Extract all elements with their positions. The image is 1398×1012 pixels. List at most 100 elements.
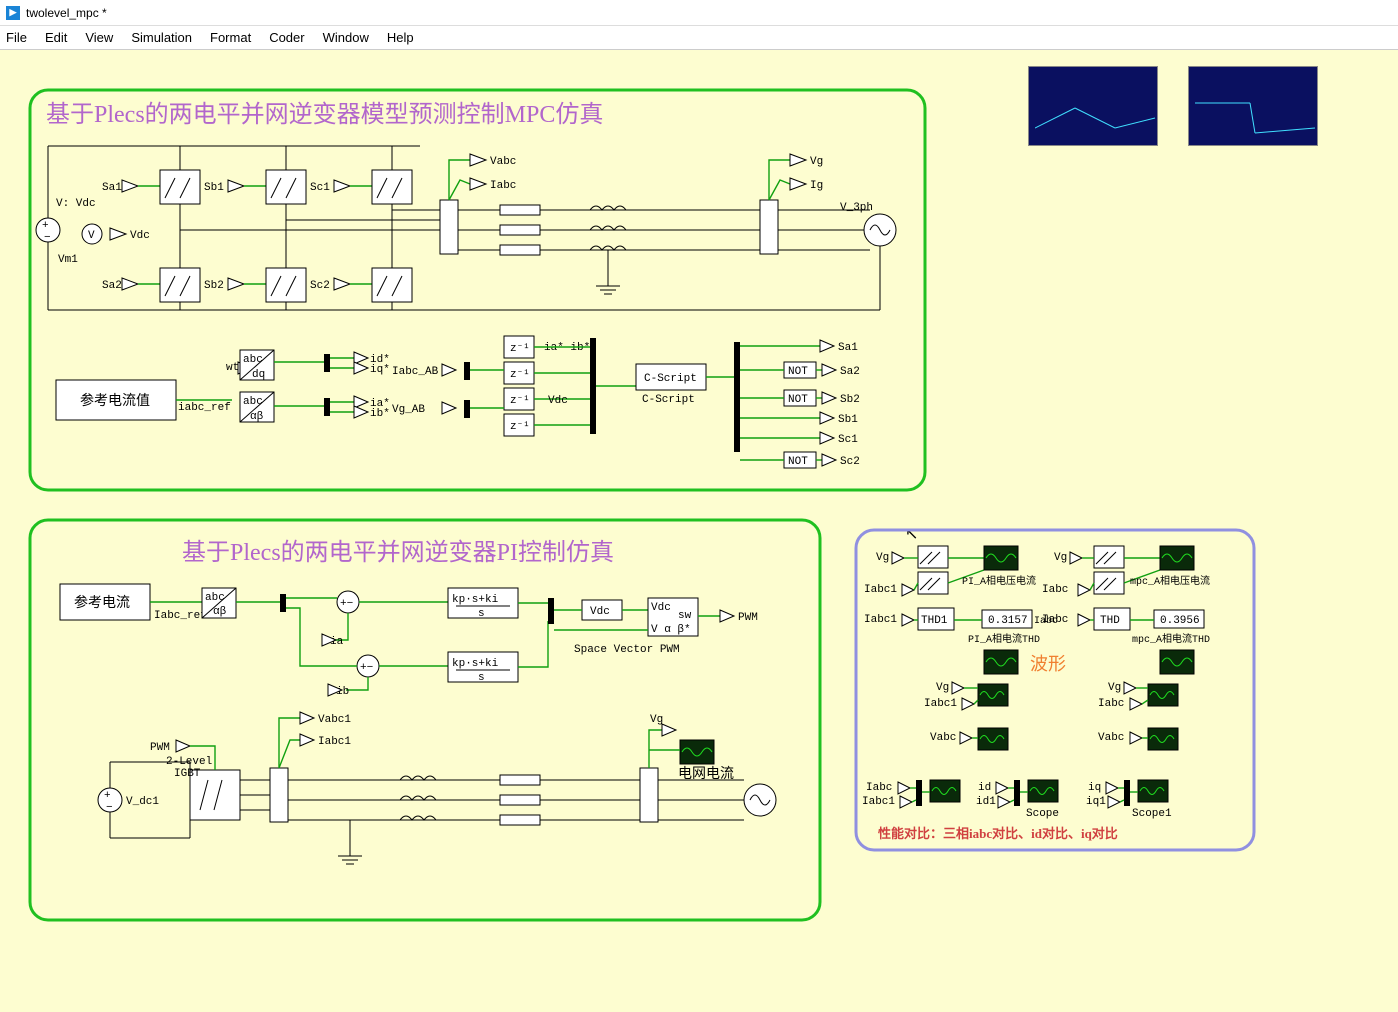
- menu-window[interactable]: Window: [323, 30, 369, 45]
- vg-label: Vg: [810, 156, 823, 168]
- svg-text:abc: abc: [243, 396, 263, 408]
- svg-text:THD: THD: [1100, 615, 1120, 627]
- svg-text:参考电流: 参考电流: [74, 594, 130, 611]
- svg-text:Sb1: Sb1: [204, 182, 224, 194]
- vabc-label: Vabc: [490, 156, 516, 168]
- igbt-a2[interactable]: [160, 268, 200, 302]
- pi-title: 基于Plecs的两电平并网逆变器PI控制仿真: [182, 539, 614, 566]
- svg-text:mpc_A相电压电流: mpc_A相电压电流: [1130, 574, 1210, 588]
- vdc-out-port[interactable]: [110, 228, 126, 240]
- svg-text:PI_A相电压电流: PI_A相电压电流: [962, 574, 1036, 588]
- svg-text:s: s: [478, 608, 485, 620]
- pi-group-frame: [30, 520, 820, 920]
- svg-text:NOT: NOT: [788, 366, 808, 378]
- igbt-b2[interactable]: [266, 268, 306, 302]
- svg-text:NOT: NOT: [788, 394, 808, 406]
- vdc-port-label: Vdc: [130, 230, 150, 242]
- pi-scope2[interactable]: [984, 650, 1018, 674]
- pwm-out-label: PWM: [738, 612, 758, 624]
- igbt-c1[interactable]: [372, 170, 412, 204]
- svg-text:sw: sw: [678, 610, 692, 622]
- v-meter-3ph[interactable]: [440, 200, 458, 254]
- menu-view[interactable]: View: [85, 30, 113, 45]
- pi-gridmeter[interactable]: [640, 768, 658, 822]
- svg-text:0.3956: 0.3956: [1160, 615, 1200, 627]
- svg-text:NOT: NOT: [788, 456, 808, 468]
- menu-simulation[interactable]: Simulation: [131, 30, 192, 45]
- wave-label: 波形: [1030, 654, 1066, 674]
- svg-text:id: id: [978, 782, 991, 794]
- svg-text:ib*: ib*: [370, 408, 390, 420]
- svg-text:kp·s+ki: kp·s+ki: [452, 594, 499, 606]
- grid-meter[interactable]: [760, 200, 778, 254]
- grid-current-scope[interactable]: [680, 740, 714, 764]
- menu-format[interactable]: Format: [210, 30, 251, 45]
- iabcAB-label: Iabc_AB: [392, 366, 439, 378]
- z-delay-stack: z⁻¹ z⁻¹ z⁻¹ z⁻¹: [504, 336, 534, 436]
- svg-text:Sc1: Sc1: [310, 182, 330, 194]
- menu-file[interactable]: File: [6, 30, 27, 45]
- svg-text:Vdc: Vdc: [590, 606, 610, 618]
- diagram-canvas[interactable]: 基于Plecs的两电平并网逆变器模型预测控制MPC仿真 +− V: Vdc V …: [0, 50, 1398, 1012]
- mpc-vi-scope[interactable]: [1160, 546, 1194, 570]
- svg-text:C-Script: C-Script: [644, 373, 697, 385]
- svg-text:iq*: iq*: [370, 364, 390, 376]
- svg-text:Sc2: Sc2: [310, 280, 330, 292]
- svg-text:Sa2: Sa2: [840, 366, 860, 378]
- igbt-a1[interactable]: [160, 170, 200, 204]
- vdc-label: V: Vdc: [56, 198, 96, 210]
- menu-coder[interactable]: Coder: [269, 30, 304, 45]
- svg-text:C-Script: C-Script: [642, 394, 695, 406]
- pi-loops: +− ia kp·s+kis +− ib kp·s+kis: [286, 588, 518, 698]
- svg-text:Vg: Vg: [650, 714, 663, 726]
- svpwm-label: Space Vector PWM: [574, 644, 680, 656]
- svg-text:+: +: [42, 220, 49, 232]
- menu-help[interactable]: Help: [387, 30, 414, 45]
- svg-text:Iabc_ref: Iabc_ref: [154, 610, 207, 622]
- pi-rl: [288, 775, 640, 864]
- svg-text:Iabc: Iabc: [1042, 614, 1068, 626]
- iabc-label: Iabc: [490, 180, 516, 192]
- svg-text:PWM: PWM: [150, 742, 170, 754]
- svg-text:Sa1: Sa1: [102, 182, 122, 194]
- svg-text:+: +: [104, 790, 111, 802]
- switch1[interactable]: [918, 546, 948, 568]
- svg-text:Vdc: Vdc: [651, 602, 671, 614]
- vgAB-label: Vg_AB: [392, 404, 425, 416]
- svg-text:id1: id1: [976, 796, 996, 808]
- switch2[interactable]: [918, 572, 948, 594]
- vm1-label: Vm1: [58, 254, 78, 266]
- titlebar: ▶ twolevel_mpc *: [0, 0, 1398, 26]
- v3ph-label: V_3ph: [840, 202, 873, 214]
- svg-text:Sb1: Sb1: [838, 414, 858, 426]
- iabcref-label: iabc_ref: [178, 402, 231, 414]
- app-icon: ▶: [6, 6, 20, 20]
- menu-edit[interactable]: Edit: [45, 30, 67, 45]
- svg-text:THD1: THD1: [921, 615, 948, 627]
- svg-text:Iabc1: Iabc1: [924, 698, 957, 710]
- igbt-b1[interactable]: [266, 170, 306, 204]
- svg-text:−: −: [106, 802, 113, 814]
- mpc-scope2[interactable]: [1160, 650, 1194, 674]
- svg-text:Sa1: Sa1: [838, 342, 858, 354]
- svg-text:+−: +−: [340, 598, 353, 610]
- svg-text:αβ: αβ: [250, 411, 264, 423]
- svg-text:Vg: Vg: [876, 552, 889, 564]
- svg-text:Vdc: Vdc: [548, 395, 568, 407]
- svg-text:z⁻¹: z⁻¹: [510, 343, 530, 355]
- ig-label: Ig: [810, 180, 823, 192]
- switch4[interactable]: [1094, 572, 1124, 594]
- svg-text:Scope1: Scope1: [1132, 808, 1172, 820]
- svg-text:z⁻¹: z⁻¹: [510, 369, 530, 381]
- pi-vi-scope[interactable]: [984, 546, 1018, 570]
- svg-text:V α β*: V α β*: [651, 624, 691, 636]
- svg-text:Sc1: Sc1: [838, 434, 858, 446]
- demux-bar: [734, 342, 740, 452]
- svg-text:Vg: Vg: [1054, 552, 1067, 564]
- svg-text:Iabc1: Iabc1: [864, 584, 897, 596]
- igbt-c2[interactable]: [372, 268, 412, 302]
- pi-meter[interactable]: [270, 768, 288, 822]
- svg-text:αβ: αβ: [213, 606, 227, 618]
- svg-text:参考电流值: 参考电流值: [80, 392, 150, 409]
- switch3[interactable]: [1094, 546, 1124, 568]
